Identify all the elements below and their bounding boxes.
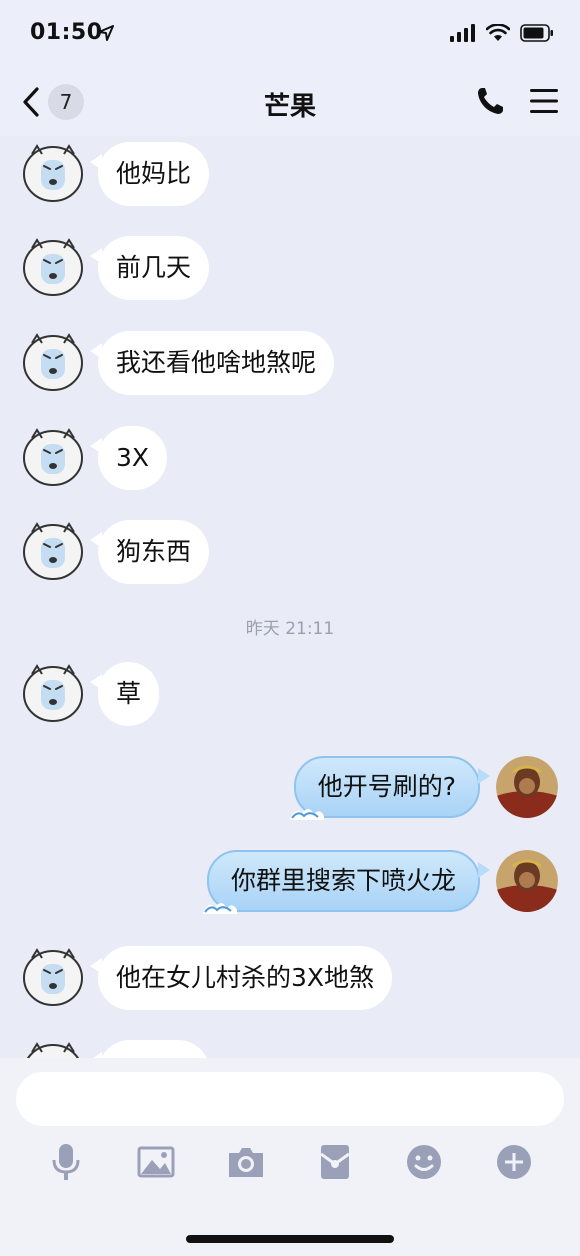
message-row: 草 bbox=[0, 662, 580, 732]
chat-area[interactable]: 他妈比 前几天 我还看他啥地煞呢 3X 狗东西 昨天 21:11 草 他开号刷的… bbox=[0, 136, 580, 1060]
crying-face-avatar-icon[interactable] bbox=[22, 426, 84, 488]
message-text: 你群里搜索下喷火龙 bbox=[230, 866, 456, 895]
message-bubble[interactable]: 他开号刷的? bbox=[289, 756, 491, 820]
monkey-king-avatar-icon[interactable] bbox=[496, 850, 558, 912]
phone-icon[interactable] bbox=[476, 86, 504, 116]
location-arrow-icon bbox=[98, 25, 114, 41]
message-input[interactable] bbox=[16, 1072, 564, 1126]
message-bubble[interactable]: 我还看他啥地煞呢 bbox=[89, 331, 335, 395]
message-text: 他开号刷的? bbox=[317, 772, 456, 801]
input-toolbar bbox=[0, 1142, 580, 1192]
crying-face-avatar-icon[interactable] bbox=[22, 520, 84, 582]
message-bubble[interactable]: 他在女儿村杀的3X地煞 bbox=[89, 946, 393, 1010]
message-row: 我还看他啥地煞呢 bbox=[0, 331, 580, 401]
message-row: 前几天 bbox=[0, 236, 580, 306]
plus-icon[interactable] bbox=[494, 1142, 534, 1182]
signal-icon bbox=[450, 24, 475, 42]
status-time: 01:50 bbox=[30, 20, 103, 45]
message-row: 狗东西 bbox=[0, 520, 580, 590]
emoji-icon[interactable] bbox=[404, 1142, 444, 1182]
message-timestamp: 昨天 21:11 bbox=[245, 619, 335, 639]
image-icon[interactable] bbox=[136, 1142, 176, 1182]
message-bubble[interactable]: 前几天 bbox=[89, 236, 210, 300]
microphone-icon[interactable] bbox=[46, 1142, 86, 1182]
message-row-partial bbox=[0, 1040, 580, 1060]
camera-icon[interactable] bbox=[226, 1142, 266, 1182]
message-bubble[interactable]: 你群里搜索下喷火龙 bbox=[202, 850, 491, 914]
message-row: 你群里搜索下喷火龙 bbox=[0, 850, 580, 920]
message-bubble[interactable]: 3X bbox=[89, 426, 168, 490]
red-packet-icon[interactable] bbox=[315, 1142, 355, 1182]
battery-icon bbox=[520, 24, 553, 42]
crying-face-avatar-icon[interactable] bbox=[22, 1040, 84, 1060]
crying-face-avatar-icon[interactable] bbox=[22, 142, 84, 204]
message-row: 他开号刷的? bbox=[0, 756, 580, 826]
wave-decoration-icon bbox=[202, 903, 237, 914]
crying-face-avatar-icon[interactable] bbox=[22, 662, 84, 724]
message-bubble[interactable] bbox=[90, 1040, 210, 1060]
wave-decoration-icon bbox=[289, 809, 324, 820]
message-row: 3X bbox=[0, 426, 580, 496]
status-bar: 01:50 bbox=[0, 0, 580, 68]
message-bubble[interactable]: 他妈比 bbox=[89, 142, 210, 206]
crying-face-avatar-icon[interactable] bbox=[22, 236, 84, 298]
nav-bar: 7 芒果 bbox=[0, 68, 580, 136]
input-area bbox=[0, 1058, 580, 1256]
status-indicators bbox=[450, 24, 554, 42]
home-indicator[interactable] bbox=[186, 1235, 394, 1243]
message-row: 他在女儿村杀的3X地煞 bbox=[0, 946, 580, 1016]
wifi-icon bbox=[486, 24, 510, 41]
monkey-king-avatar-icon[interactable] bbox=[496, 756, 558, 818]
message-row: 他妈比 bbox=[0, 142, 580, 212]
message-bubble[interactable]: 狗东西 bbox=[89, 520, 210, 584]
menu-icon[interactable] bbox=[530, 88, 558, 114]
message-bubble[interactable]: 草 bbox=[89, 662, 160, 726]
crying-face-avatar-icon[interactable] bbox=[22, 946, 84, 1008]
crying-face-avatar-icon[interactable] bbox=[22, 331, 84, 393]
